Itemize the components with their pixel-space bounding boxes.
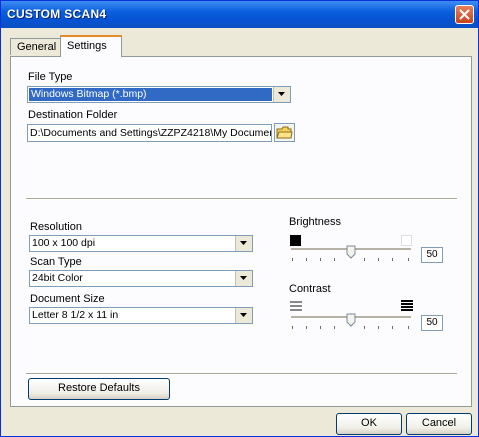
brightness-slider-thumb[interactable]: [346, 245, 356, 259]
destination-folder-input[interactable]: D:\Documents and Settings\ZZPZ4218\My Do…: [27, 124, 272, 142]
document-size-dropdown-button[interactable]: [235, 308, 252, 323]
destination-folder-value: D:\Documents and Settings\ZZPZ4218\My Do…: [30, 127, 272, 139]
chevron-down-icon: [240, 313, 247, 317]
document-size-value: Letter 8 1/2 x 11 in: [32, 309, 119, 321]
ok-button[interactable]: OK: [336, 413, 402, 435]
document-size-select[interactable]: Letter 8 1/2 x 11 in: [29, 307, 253, 324]
resolution-label: Resolution: [30, 221, 82, 233]
high-contrast-icon: [401, 300, 413, 311]
tick-mark: [392, 326, 393, 329]
tick-mark: [392, 258, 393, 261]
separator: [26, 198, 457, 200]
file-type-value: Windows Bitmap (*.bmp): [29, 88, 272, 101]
file-type-label: File Type: [28, 71, 73, 83]
tick-mark: [334, 326, 335, 329]
tick-mark: [306, 258, 307, 261]
separator: [26, 373, 457, 375]
restore-defaults-button[interactable]: Restore Defaults: [28, 378, 170, 400]
tick-mark: [378, 258, 379, 261]
brightness-label: Brightness: [289, 216, 341, 228]
contrast-slider-thumb[interactable]: [346, 313, 356, 327]
window-title: CUSTOM SCAN4: [7, 7, 107, 21]
document-size-label: Document Size: [30, 293, 105, 305]
tick-mark: [292, 326, 293, 329]
scan-type-select[interactable]: 24bit Color: [29, 270, 253, 287]
scan-type-label: Scan Type: [30, 256, 82, 268]
title-bar[interactable]: CUSTOM SCAN4: [1, 1, 478, 28]
folder-icon: [276, 126, 293, 139]
tick-mark: [320, 326, 321, 329]
scan-type-value: 24bit Color: [32, 272, 83, 284]
contrast-value[interactable]: 50: [421, 315, 443, 331]
dialog-window: CUSTOM SCAN4 General Settings File Type …: [0, 0, 479, 437]
tab-settings[interactable]: Settings: [60, 35, 122, 57]
tick-mark: [408, 326, 409, 329]
close-icon: [459, 9, 470, 20]
tick-mark: [408, 258, 409, 261]
tick-mark: [364, 258, 365, 261]
tick-mark: [306, 326, 307, 329]
cancel-button[interactable]: Cancel: [406, 413, 472, 435]
chevron-down-icon: [240, 276, 247, 280]
destination-folder-label: Destination Folder: [28, 109, 118, 121]
contrast-label: Contrast: [289, 283, 331, 295]
tab-general[interactable]: General: [10, 38, 62, 55]
tick-mark: [292, 258, 293, 261]
close-button[interactable]: [455, 5, 474, 24]
tick-mark: [378, 326, 379, 329]
settings-panel: File Type Windows Bitmap (*.bmp) Destina…: [10, 56, 472, 407]
scan-type-dropdown-button[interactable]: [235, 271, 252, 286]
file-type-dropdown-button[interactable]: [273, 87, 290, 102]
dark-swatch-icon: [290, 235, 301, 246]
resolution-value: 100 x 100 dpi: [32, 237, 96, 249]
resolution-select[interactable]: 100 x 100 dpi: [29, 235, 253, 252]
tick-mark: [320, 258, 321, 261]
browse-folder-button[interactable]: [274, 123, 295, 142]
low-contrast-icon: [290, 301, 302, 311]
tick-mark: [364, 326, 365, 329]
light-swatch-icon: [401, 235, 412, 246]
file-type-select[interactable]: Windows Bitmap (*.bmp): [27, 86, 291, 103]
brightness-value[interactable]: 50: [421, 247, 443, 263]
resolution-dropdown-button[interactable]: [235, 236, 252, 251]
tick-mark: [334, 258, 335, 261]
chevron-down-icon: [278, 92, 285, 96]
chevron-down-icon: [240, 241, 247, 245]
